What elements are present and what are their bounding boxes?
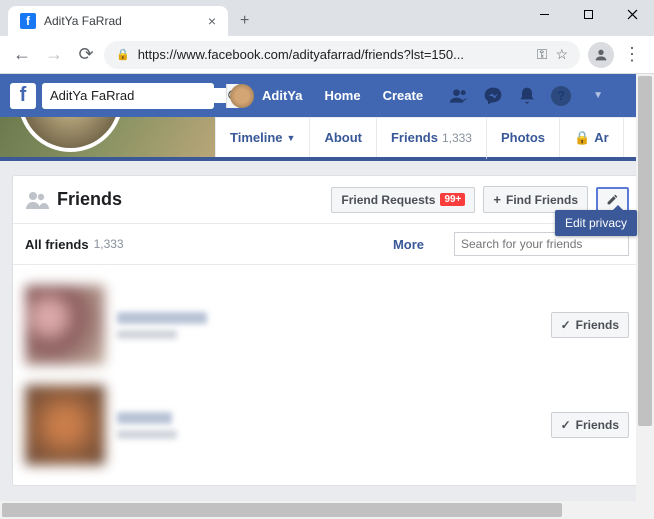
home-link[interactable]: Home <box>316 88 368 103</box>
facebook-header: AditYa Home Create ▼ <box>0 74 654 117</box>
browser-titlebar: AditYa FaRrad × + <box>0 0 654 36</box>
subtab-label: All friends <box>25 237 89 252</box>
lock-icon: 🔒 <box>116 48 130 61</box>
profile-link[interactable]: AditYa <box>230 84 310 108</box>
forward-button[interactable]: → <box>40 41 68 69</box>
friends-status-button[interactable]: ✓ Friends <box>551 412 629 438</box>
panel-header: Friends Friend Requests 99+ + Find Frien… <box>13 176 641 224</box>
browser-toolbar: ← → ⟳ 🔒 https://www.facebook.com/adityaf… <box>0 36 654 74</box>
menu-caret-icon[interactable]: ▼ <box>593 90 603 101</box>
friend-meta-blurred <box>117 430 177 439</box>
chevron-down-icon: ▼ <box>287 133 296 143</box>
tab-friends[interactable]: Friends 1,333 <box>377 118 487 160</box>
reload-button[interactable]: ⟳ <box>72 41 100 69</box>
button-label: Find Friends <box>506 193 578 207</box>
friend-photo[interactable] <box>25 285 105 365</box>
tab-label: Friends <box>391 130 438 145</box>
edit-privacy-tooltip: Edit privacy <box>555 210 637 236</box>
subtab-count: 1,333 <box>94 237 124 251</box>
friend-requests-icon[interactable] <box>449 86 469 106</box>
profile-nav: Timeline ▼ About Friends 1,333 Photos 🔒 Ar <box>0 117 654 161</box>
subtab-all-friends[interactable]: All friends 1,333 <box>25 237 124 252</box>
friend-info <box>117 312 539 339</box>
subtab-more[interactable]: More <box>393 237 424 252</box>
vertical-scrollbar[interactable] <box>636 74 654 501</box>
friend-meta-blurred <box>117 330 177 339</box>
lock-icon: 🔒 <box>574 130 590 146</box>
button-label: Friend Requests <box>341 193 435 207</box>
close-window-button[interactable] <box>610 0 654 28</box>
tab-label: About <box>324 130 362 145</box>
tab-title: AditYa FaRrad <box>44 14 200 28</box>
avatar <box>230 84 254 108</box>
new-tab-button[interactable]: + <box>240 12 249 30</box>
url-text: https://www.facebook.com/adityafarrad/fr… <box>138 47 529 62</box>
facebook-favicon <box>20 13 36 29</box>
friend-name-blurred[interactable] <box>117 412 172 424</box>
requests-badge: 99+ <box>440 193 465 206</box>
friends-subnav: All friends 1,333 More <box>13 224 641 265</box>
maximize-button[interactable] <box>566 0 610 28</box>
friends-status-button[interactable]: ✓ Friends <box>551 312 629 338</box>
search-input[interactable] <box>50 88 226 103</box>
find-friends-button[interactable]: + Find Friends <box>483 186 588 213</box>
tab-archive[interactable]: 🔒 Ar <box>560 118 624 157</box>
browser-tab[interactable]: AditYa FaRrad × <box>8 6 228 36</box>
friends-count: 1,333 <box>442 131 472 145</box>
back-button[interactable]: ← <box>8 41 36 69</box>
friend-info <box>117 412 539 439</box>
create-link[interactable]: Create <box>375 88 431 103</box>
tab-label: Ar <box>594 130 608 145</box>
friend-photo[interactable] <box>25 385 105 465</box>
help-icon[interactable] <box>551 86 571 106</box>
messenger-icon[interactable] <box>483 86 503 106</box>
address-bar[interactable]: 🔒 https://www.facebook.com/adityafarrad/… <box>104 41 580 69</box>
window-controls <box>522 0 654 28</box>
panel-title: Friends <box>57 189 323 210</box>
check-icon: ✓ <box>561 418 571 432</box>
friend-list: ✓ Friends ✓ Friends <box>13 265 641 485</box>
cover-photo-slice <box>0 117 215 157</box>
content-area: Friends Friend Requests 99+ + Find Frien… <box>0 161 654 501</box>
friend-requests-button[interactable]: Friend Requests 99+ <box>331 187 475 213</box>
browser-menu-button[interactable]: ⋮ <box>618 41 646 69</box>
tab-about[interactable]: About <box>310 118 377 157</box>
check-icon: ✓ <box>561 318 571 332</box>
scrollbar-corner <box>636 501 654 519</box>
friend-row: ✓ Friends <box>25 375 629 475</box>
horizontal-scrollbar[interactable] <box>0 501 636 519</box>
friend-row: ✓ Friends <box>25 275 629 375</box>
button-label: Friends <box>576 318 619 332</box>
facebook-search[interactable] <box>42 83 214 109</box>
tab-label: Timeline <box>230 130 283 145</box>
friends-panel: Friends Friend Requests 99+ + Find Frien… <box>12 175 642 486</box>
key-icon[interactable]: ⚿ <box>537 46 548 63</box>
tab-photos[interactable]: Photos <box>487 118 560 157</box>
tab-label: Photos <box>501 130 545 145</box>
friends-icon <box>25 188 49 212</box>
profile-name: AditYa <box>260 88 310 103</box>
plus-icon: + <box>493 192 501 207</box>
profile-button[interactable] <box>588 42 614 68</box>
bookmark-icon[interactable]: ☆ <box>555 46 568 63</box>
minimize-button[interactable] <box>522 0 566 28</box>
notifications-icon[interactable] <box>517 86 537 106</box>
friend-name-blurred[interactable] <box>117 312 207 324</box>
tab-timeline[interactable]: Timeline ▼ <box>216 118 310 157</box>
facebook-logo[interactable] <box>10 83 36 109</box>
close-tab-icon[interactable]: × <box>208 13 216 29</box>
button-label: Friends <box>576 418 619 432</box>
